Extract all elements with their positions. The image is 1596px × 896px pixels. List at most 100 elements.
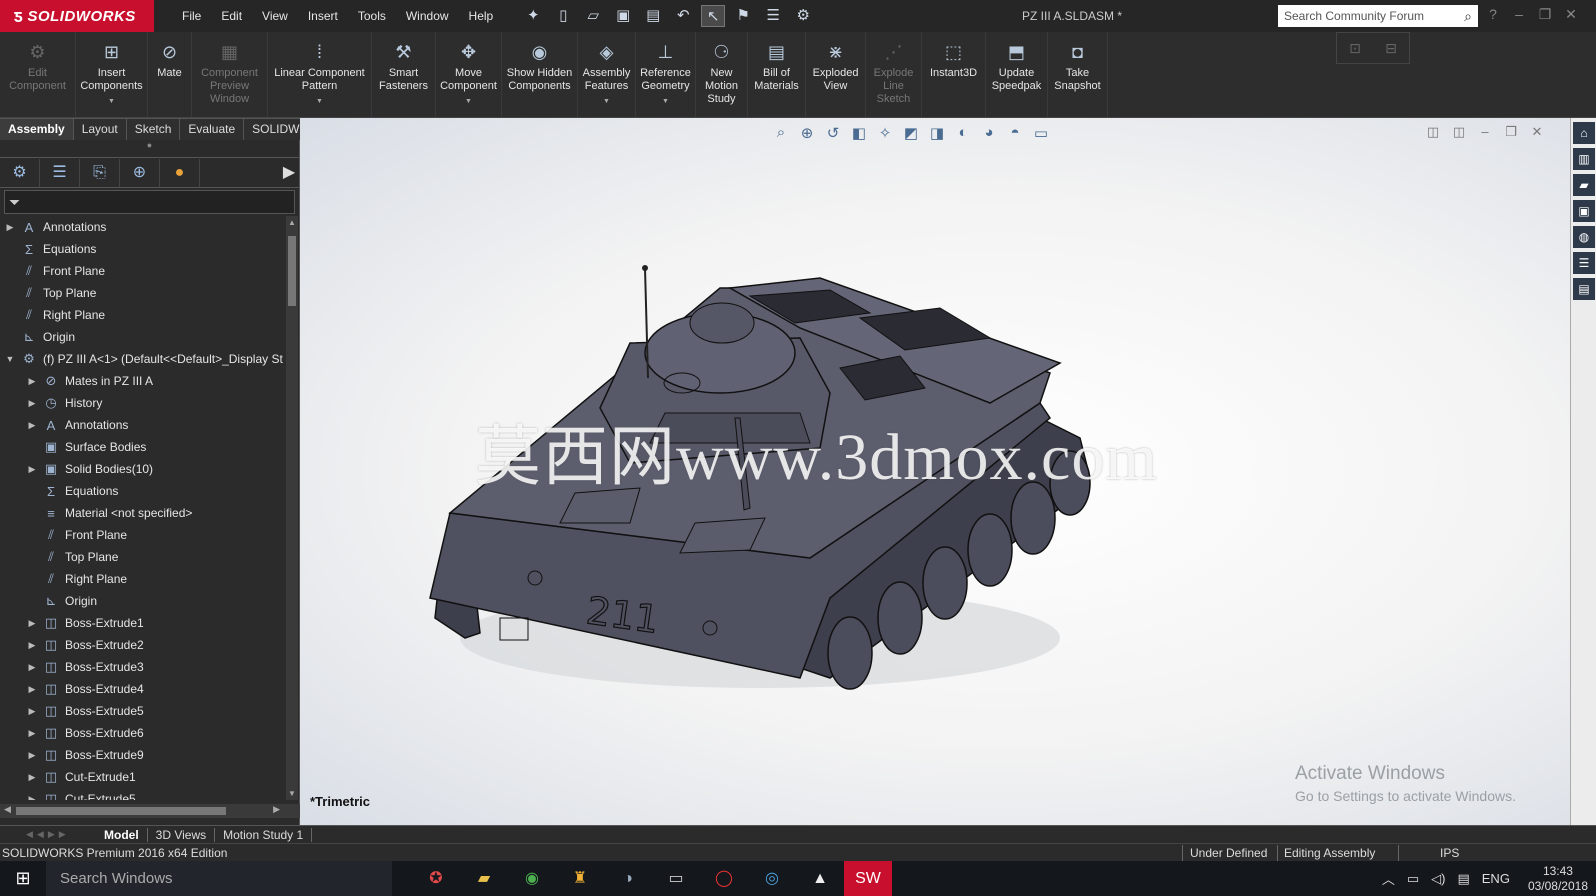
viewport-restore-icon[interactable]: ❐ [1498, 124, 1524, 140]
tree-item[interactable]: ≡ Material <not specified> [0, 502, 286, 524]
terminal-icon[interactable]: ▭ [652, 861, 700, 896]
file-properties-icon[interactable]: ☰ [761, 5, 785, 27]
scroll-thumb[interactable] [16, 807, 226, 815]
split-right-icon[interactable]: ◫ [1446, 124, 1472, 140]
zoom-to-area-icon[interactable]: ⊕ [794, 124, 820, 144]
expand-arrow-icon[interactable]: ▶ [26, 750, 38, 761]
configuration-manager-tab-icon[interactable]: ⎘ [80, 158, 120, 187]
file-explorer-icon[interactable]: ▣ [1573, 200, 1595, 222]
expand-arrow-icon[interactable]: ▶ [26, 464, 38, 475]
hide-show-items-icon[interactable]: ◐ [950, 124, 976, 144]
zoom-to-fit-icon[interactable]: ⌕ [768, 124, 794, 144]
menu-tools[interactable]: Tools [358, 9, 386, 23]
search-icon[interactable]: ⌕ [1464, 8, 1472, 25]
apply-scene-icon[interactable]: ◓ [1002, 124, 1028, 144]
tab-navigation-arrows[interactable]: ◀◀▶▶ [0, 829, 96, 840]
edit-component-button[interactable]: ⚙ Edit Component [0, 32, 76, 117]
tree-item[interactable]: ▶ ◫ Cut-Extrude5 [0, 788, 286, 800]
tree-item[interactable]: ⫽ Front Plane [0, 260, 286, 282]
dimxpert-tab-icon[interactable]: ⊕ [120, 158, 160, 187]
expand-arrow-icon[interactable]: ▶ [26, 618, 38, 629]
expand-arrow-icon[interactable]: ▶ [26, 398, 38, 409]
move-component-button[interactable]: ✥ Move Component ▼ [436, 32, 502, 117]
close-icon[interactable]: ✕ [1558, 6, 1584, 23]
tab-model[interactable]: Model [96, 827, 148, 842]
take-snapshot-button[interactable]: ◘ Take Snapshot [1048, 32, 1108, 117]
chrome-icon[interactable]: ◉ [508, 861, 556, 896]
menu-file[interactable]: File [182, 9, 201, 23]
tree-item[interactable]: ⫽ Top Plane [0, 546, 286, 568]
scroll-thumb[interactable] [288, 236, 296, 306]
restore-icon[interactable]: ❐ [1532, 6, 1558, 23]
menu-insert[interactable]: Insert [308, 9, 338, 23]
expand-arrow-icon[interactable]: ▶ [26, 640, 38, 651]
view-orientation-icon[interactable]: ◩ [898, 124, 924, 144]
linear-pattern-button[interactable]: ⁞ Linear Component Pattern ▼ [268, 32, 372, 117]
network-icon[interactable]: ▭ [1407, 871, 1419, 887]
rebuild-icon[interactable]: ⚑ [731, 5, 755, 27]
expand-tabs-icon[interactable]: ▶ [279, 159, 299, 187]
reference-geometry-button[interactable]: ⊥ Reference Geometry ▼ [636, 32, 696, 117]
insert-components-button[interactable]: ⊞ Insert Components ▼ [76, 32, 148, 117]
expand-arrow-icon[interactable]: ▶ [26, 772, 38, 783]
scroll-up-icon[interactable]: ▲ [286, 218, 298, 227]
section-view-icon[interactable]: ◧ [846, 124, 872, 144]
panel-grip[interactable]: ● [0, 140, 299, 158]
collapse-arrow-icon[interactable]: ▼ [4, 354, 16, 364]
tree-item[interactable]: ▶ A Annotations [0, 414, 286, 436]
show-hidden-tray-icon[interactable]: ︿ [1382, 869, 1395, 888]
bill-of-materials-button[interactable]: ▤ Bill of Materials [748, 32, 806, 117]
tree-item[interactable]: ⊾ Origin [0, 326, 286, 348]
opera-icon[interactable]: ◯ [700, 861, 748, 896]
tree-item[interactable]: ▣ Surface Bodies [0, 436, 286, 458]
dropdown-arrow-icon[interactable]: ▼ [316, 95, 323, 108]
tab-evaluate[interactable]: Evaluate [180, 118, 245, 140]
steam-icon[interactable]: ◑ [604, 861, 652, 896]
mate-button[interactable]: ⊘ Mate [148, 32, 192, 117]
tree-item[interactable]: Σ Equations [0, 238, 286, 260]
display-style-icon[interactable]: ◨ [924, 124, 950, 144]
tree-item[interactable]: ▶ ◫ Boss-Extrude4 [0, 678, 286, 700]
notification-icon[interactable]: ▤ [1457, 871, 1469, 887]
smart-fasteners-button[interactable]: ⚒ Smart Fasteners [372, 32, 436, 117]
menu-edit[interactable]: Edit [221, 9, 242, 23]
tree-item[interactable]: ▶ ▣ Solid Bodies(10) [0, 458, 286, 480]
tree-item[interactable]: ▶ ◫ Boss-Extrude5 [0, 700, 286, 722]
expand-arrow-icon[interactable]: ▶ [4, 222, 16, 233]
menu-view[interactable]: View [262, 9, 288, 23]
save-icon[interactable]: ▣ [611, 5, 635, 27]
help-icon[interactable]: ? [1480, 6, 1506, 23]
tab-sketch[interactable]: Sketch [126, 118, 181, 140]
viewport-close-icon[interactable]: ✕ [1524, 124, 1550, 140]
search-community-input[interactable]: Search Community Forum ⌕ [1278, 5, 1478, 27]
tree-item[interactable]: ⊾ Origin [0, 590, 286, 612]
component-preview-button[interactable]: ▦ Component Preview Window [192, 32, 268, 117]
previous-view-icon[interactable]: ↺ [820, 124, 846, 144]
clock[interactable]: 13:43 03/08/2018 [1528, 864, 1588, 894]
tree-item[interactable]: ▶ ◫ Boss-Extrude6 [0, 722, 286, 744]
scroll-down-icon[interactable]: ▼ [286, 789, 298, 798]
tree-item[interactable]: ▶ ◷ History [0, 392, 286, 414]
tree-item[interactable]: ⫽ Top Plane [0, 282, 286, 304]
dropdown-arrow-icon[interactable]: ▼ [465, 95, 472, 108]
appearances-icon[interactable]: ◍ [1573, 226, 1595, 248]
acrobat-icon[interactable]: ✪ [412, 861, 460, 896]
file-explorer-folder-icon[interactable]: ▰ [460, 861, 508, 896]
view-settings-icon[interactable]: ▭ [1028, 124, 1054, 144]
expand-arrow-icon[interactable]: ▶ [26, 794, 38, 801]
feature-manager-tab-icon[interactable]: ⚙ [0, 158, 40, 187]
explode-line-sketch-button[interactable]: ⋰ Explode Line Sketch [866, 32, 922, 117]
options-gear-icon[interactable]: ⚙ [791, 5, 815, 27]
print-icon[interactable]: ▤ [641, 5, 665, 27]
open-icon[interactable]: ▱ [581, 5, 605, 27]
language-indicator[interactable]: ENG [1482, 871, 1510, 886]
split-left-icon[interactable]: ◫ [1420, 124, 1446, 140]
tree-item[interactable]: ▶ ◫ Boss-Extrude1 [0, 612, 286, 634]
expand-arrow-icon[interactable]: ▶ [26, 662, 38, 673]
dropdown-arrow-icon[interactable]: ▼ [603, 95, 610, 108]
tree-item[interactable]: ⫽ Right Plane [0, 568, 286, 590]
home-icon[interactable]: ⌂ [1573, 122, 1595, 144]
browser-icon[interactable]: ◎ [748, 861, 796, 896]
undo-icon[interactable]: ↶ [671, 5, 695, 27]
pin-icon[interactable]: ✦ [521, 5, 545, 27]
